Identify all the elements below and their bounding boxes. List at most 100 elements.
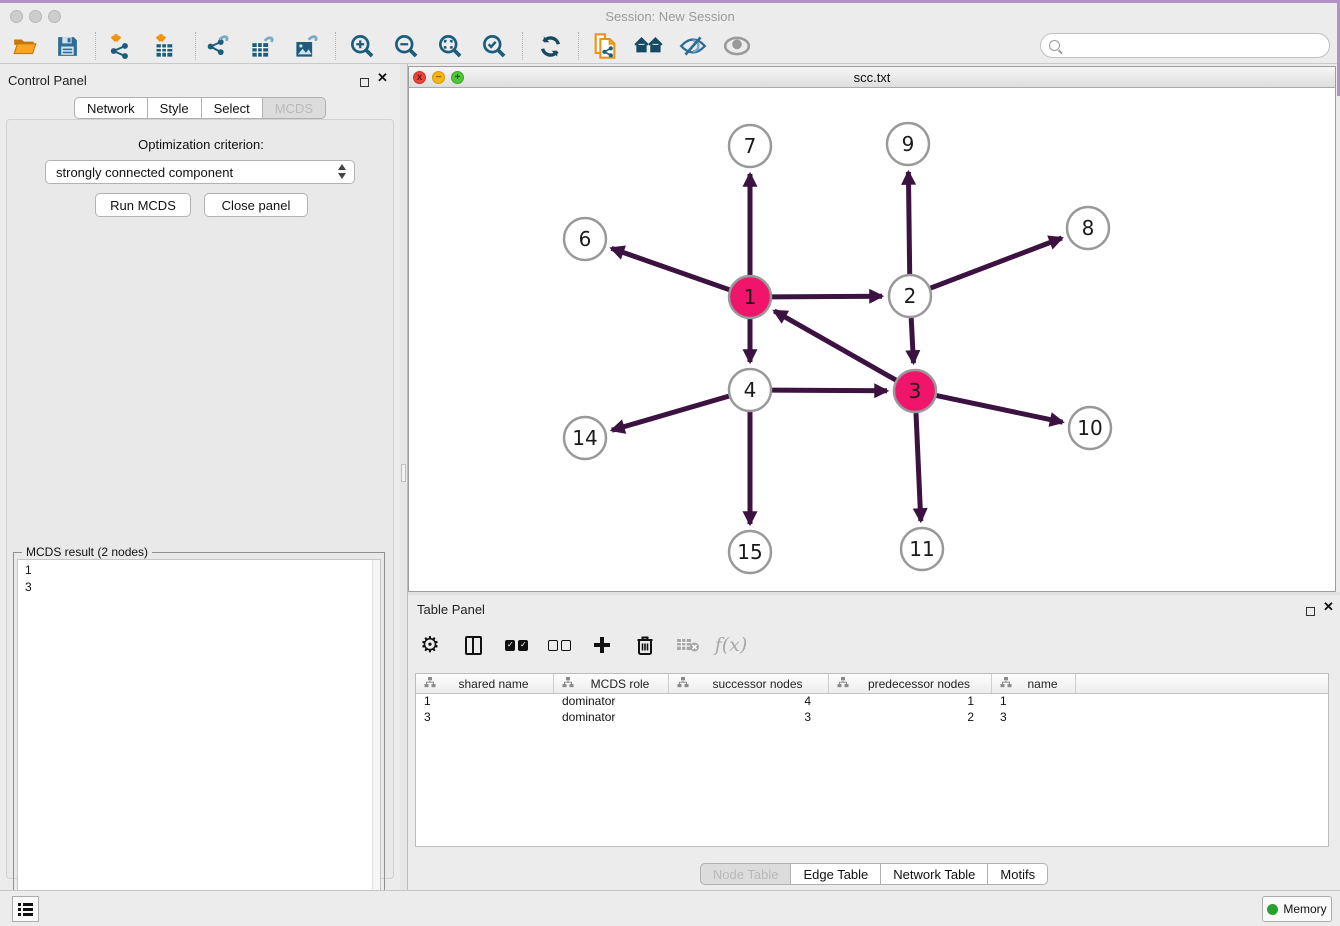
memory-button[interactable]: Memory <box>1262 896 1332 922</box>
titlebar: Session: New Session <box>0 3 1340 28</box>
save-session-icon[interactable] <box>50 30 84 62</box>
optimization-criterion-select[interactable]: strongly connected component <box>45 160 355 184</box>
window-title: Session: New Session <box>0 9 1340 24</box>
node-table[interactable]: shared nameMCDS rolesuccessor nodesprede… <box>415 673 1329 847</box>
export-image-icon[interactable] <box>289 30 323 62</box>
export-network-icon[interactable] <box>201 30 235 62</box>
node-label-1: 1 <box>744 285 757 309</box>
table-tab-bar: Node TableEdge TableNetwork TableMotifs <box>408 863 1340 885</box>
network-window-titlebar[interactable]: x − + scc.txt <box>409 67 1335 88</box>
first-neighbors-icon[interactable] <box>632 30 666 62</box>
column-header-shared-name[interactable]: shared name <box>416 674 554 693</box>
refresh-icon[interactable] <box>533 30 567 62</box>
edge-2-9[interactable] <box>908 172 909 274</box>
zoom-out-icon[interactable] <box>389 30 423 62</box>
node-label-7: 7 <box>744 134 757 158</box>
edge-4-3[interactable] <box>772 390 887 391</box>
table-cell[interactable]: dominator <box>554 694 669 710</box>
tab-network[interactable]: Network <box>74 97 148 119</box>
main-toolbar <box>0 28 1340 64</box>
control-panel-tabs: NetworkStyleSelectMCDS <box>0 97 400 119</box>
node-label-8: 8 <box>1082 216 1095 240</box>
add-column-icon[interactable] <box>589 632 615 658</box>
table-cell[interactable]: 1 <box>992 694 1076 710</box>
zoom-in-icon[interactable] <box>345 30 379 62</box>
application-window: Session: New Session <box>0 0 1340 926</box>
column-header-MCDS-role[interactable]: MCDS role <box>554 674 669 693</box>
hierarchy-icon <box>424 677 436 691</box>
mcds-tab-content: Optimization criterion: strongly connect… <box>6 119 394 879</box>
control-panel-title: Control Panel <box>8 73 87 88</box>
delete-column-icon[interactable] <box>632 632 658 658</box>
hierarchy-icon <box>1000 677 1012 691</box>
node-label-14: 14 <box>572 426 597 450</box>
edge-1-2[interactable] <box>772 296 882 297</box>
tab-select[interactable]: Select <box>202 97 263 119</box>
status-bar: Memory <box>0 890 1340 926</box>
search-icon <box>1049 40 1060 51</box>
show-all-icon[interactable] <box>720 30 754 62</box>
mcds-result-textarea[interactable]: 1 3 <box>17 559 381 921</box>
deselect-all-rows-icon[interactable] <box>546 632 572 658</box>
optimization-criterion-label: Optimization criterion: <box>7 137 395 152</box>
tab-edge-table[interactable]: Edge Table <box>791 863 881 885</box>
clone-network-icon[interactable] <box>588 30 622 62</box>
hide-selected-icon[interactable] <box>676 30 710 62</box>
column-header-successor-nodes[interactable]: successor nodes <box>669 674 829 693</box>
zoom-selected-icon[interactable] <box>477 30 511 62</box>
column-header-predecessor-nodes[interactable]: predecessor nodes <box>829 674 992 693</box>
edge-3-1[interactable] <box>774 311 896 380</box>
edge-2-8[interactable] <box>931 238 1062 288</box>
table-cell[interactable]: 1 <box>416 694 554 710</box>
hierarchy-icon <box>677 677 689 691</box>
select-all-rows-icon[interactable] <box>503 632 529 658</box>
tab-node-table[interactable]: Node Table <box>700 863 792 885</box>
column-header-name[interactable]: name <box>992 674 1076 693</box>
tab-motifs[interactable]: Motifs <box>988 863 1048 885</box>
result-scrollbar[interactable] <box>372 560 380 920</box>
close-table-panel-icon[interactable]: ✕ <box>1323 599 1334 615</box>
float-panel-icon[interactable] <box>360 74 369 92</box>
table-row[interactable]: 1dominator411 <box>416 694 1328 710</box>
network-window-title: scc.txt <box>409 70 1335 85</box>
table-panel: Table Panel ✕ ⚙ f(x) shared nameMCDS rol… <box>408 595 1340 890</box>
run-mcds-button[interactable]: Run MCDS <box>95 193 191 217</box>
table-row[interactable]: 3dominator323 <box>416 710 1328 726</box>
tab-style[interactable]: Style <box>148 97 202 119</box>
import-table-icon[interactable] <box>148 30 182 62</box>
close-panel-button[interactable]: Close panel <box>204 193 308 217</box>
column-layout-icon[interactable] <box>460 632 486 658</box>
list-icon <box>18 903 33 916</box>
table-cell[interactable]: 3 <box>992 710 1076 726</box>
export-table-icon[interactable] <box>245 30 279 62</box>
open-file-icon[interactable] <box>8 30 42 62</box>
table-cell[interactable]: 3 <box>669 710 829 726</box>
edge-1-6[interactable] <box>611 248 729 289</box>
node-label-9: 9 <box>902 132 915 156</box>
vertical-split-divider[interactable] <box>400 64 408 890</box>
tab-mcds[interactable]: MCDS <box>263 97 326 119</box>
edge-3-10[interactable] <box>937 396 1063 423</box>
delete-table-icon <box>675 632 701 658</box>
search-input[interactable] <box>1040 33 1330 58</box>
table-cell[interactable]: 1 <box>829 694 992 710</box>
edge-2-3[interactable] <box>911 318 913 363</box>
gear-icon[interactable]: ⚙ <box>417 632 443 658</box>
tab-network-table[interactable]: Network Table <box>881 863 988 885</box>
close-panel-icon[interactable]: ✕ <box>377 70 388 86</box>
task-history-button[interactable] <box>12 896 39 922</box>
table-cell[interactable]: 2 <box>829 710 992 726</box>
control-panel: Control Panel ✕ NetworkStyleSelectMCDS O… <box>0 64 400 890</box>
table-cell[interactable]: 3 <box>416 710 554 726</box>
fit-content-icon[interactable] <box>433 30 467 62</box>
edge-3-11[interactable] <box>916 413 921 521</box>
mcds-result-values: 1 3 <box>25 563 32 594</box>
network-graph-canvas[interactable]: 7968124314101511 <box>409 88 1335 591</box>
split-divider-handle[interactable] <box>401 464 406 482</box>
float-table-panel-icon[interactable] <box>1306 603 1315 621</box>
edge-4-14[interactable] <box>612 396 729 430</box>
table-cell[interactable]: 4 <box>669 694 829 710</box>
function-builder-icon: f(x) <box>718 632 744 658</box>
import-network-icon[interactable] <box>103 30 137 62</box>
table-cell[interactable]: dominator <box>554 710 669 726</box>
